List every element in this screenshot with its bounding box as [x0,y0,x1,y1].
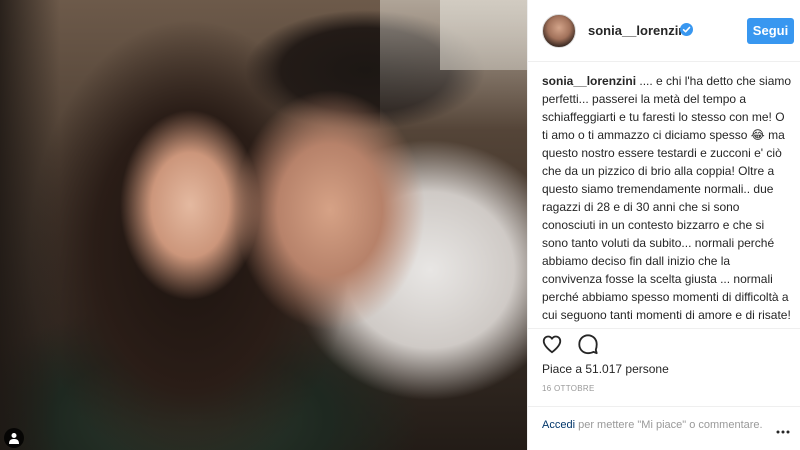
more-options-icon[interactable] [776,429,790,435]
username-link[interactable]: sonia__lorenzini [588,23,690,38]
verified-badge-icon [680,23,693,36]
post-photo[interactable] [0,0,527,450]
post-date: 16 OTTOBRE [542,384,595,393]
post-header: sonia__lorenzini Segui [528,0,800,62]
post-caption: sonia__lorenzini .... e chi l'ha detto c… [542,72,792,324]
heart-outline-icon[interactable] [541,333,563,355]
photo-background-light [380,0,527,130]
photo-shadow [0,0,60,450]
login-footer: Accedi per mettere "Mi piace" o commenta… [528,406,800,450]
comment-bubble-icon[interactable] [577,333,599,355]
caption-username[interactable]: sonia__lorenzini [542,74,636,88]
avatar[interactable] [542,14,576,48]
follow-button[interactable]: Segui [747,18,794,44]
login-link[interactable]: Accedi [542,419,575,431]
caption-text: .... e chi l'ha detto che siamo perfetti… [542,74,792,322]
login-prompt: Accedi per mettere "Mi piace" o commenta… [542,417,792,433]
post-sidebar: sonia__lorenzini Segui sonia__lorenzini … [527,0,800,450]
actions-divider [528,328,800,329]
user-tag-icon[interactable] [4,428,24,448]
likes-count[interactable]: Piace a 51.017 persone [542,362,669,376]
login-prompt-text: per mettere "Mi piace" o commentare. [575,419,763,431]
